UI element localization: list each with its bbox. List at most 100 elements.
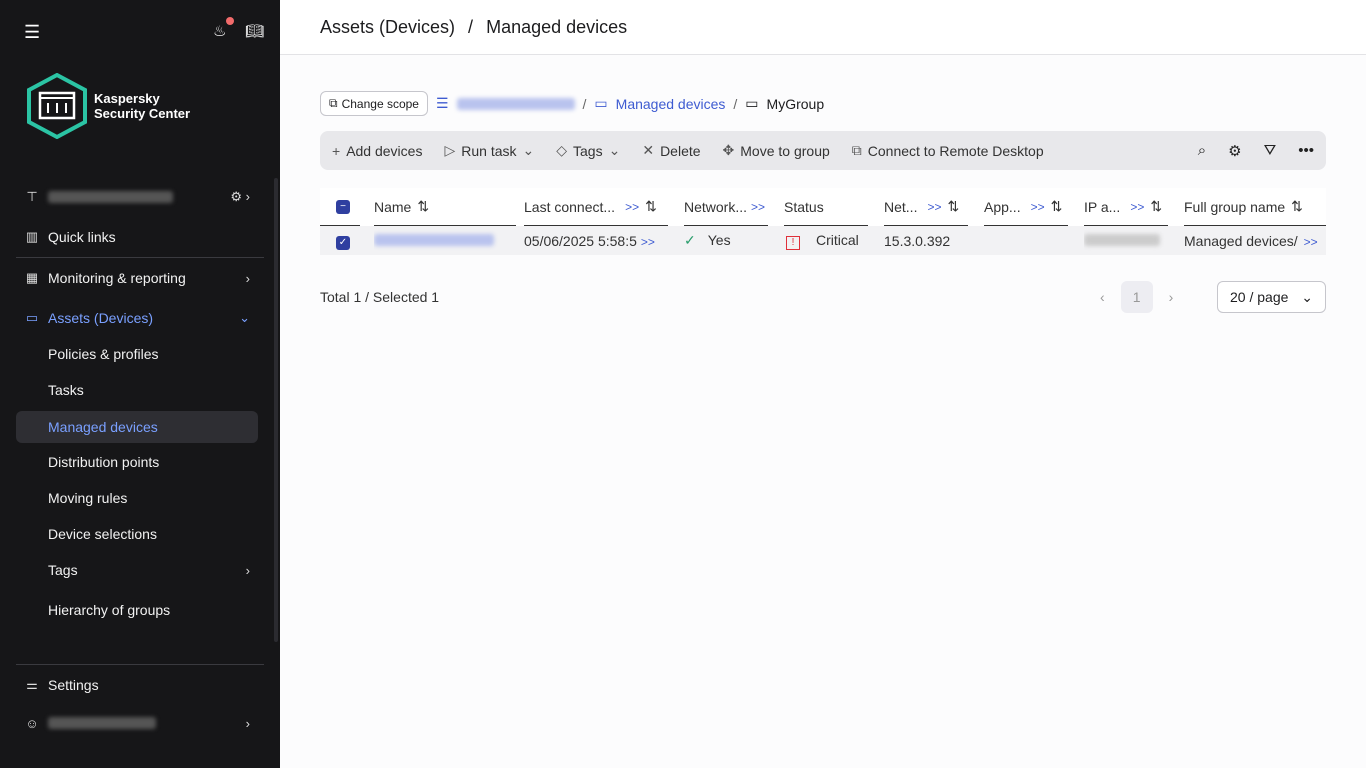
expand-column[interactable]: >>	[625, 200, 639, 214]
col-name[interactable]: Name	[374, 199, 411, 215]
chevron-down-icon: ⌄	[1301, 289, 1313, 306]
separator: /	[733, 96, 737, 112]
label: Assets (Devices)	[48, 310, 153, 326]
remote-desktop-button[interactable]: ⧉Connect to Remote Desktop	[852, 142, 1044, 159]
sidebar-item-quick-links[interactable]: ▥Quick links	[16, 221, 258, 253]
col-status[interactable]: Status	[784, 199, 824, 215]
chevron-right-icon: ›	[246, 563, 250, 578]
server-name	[48, 191, 173, 203]
col-network[interactable]: Network...	[684, 199, 747, 215]
label: Settings	[48, 677, 99, 693]
next-page-icon[interactable]: ›	[1169, 289, 1174, 305]
search-icon[interactable]: ⌕	[1198, 142, 1206, 159]
server-icon: ☰	[436, 95, 449, 112]
menu-icon[interactable]: ☰	[24, 22, 40, 43]
sort-icon[interactable]: ⇅	[1150, 198, 1162, 215]
sort-icon[interactable]: ⇅	[1051, 198, 1063, 215]
filter-icon[interactable]: ⛛	[1264, 142, 1277, 159]
sidebar-item-policies[interactable]: Policies & profiles	[16, 338, 258, 370]
col-net[interactable]: Net...	[884, 199, 917, 215]
app-name-2: Security Center	[94, 106, 190, 121]
divider	[16, 664, 264, 665]
devices-table: − Name⇅ Last connect...>>⇅ Network...>> …	[320, 188, 1326, 255]
cell-net: 15.3.0.392	[884, 233, 950, 249]
label: Monitoring & reporting	[48, 270, 186, 286]
play-icon: ▷	[444, 142, 455, 159]
expand-column[interactable]: >>	[1031, 200, 1045, 214]
sidebar-item-assets[interactable]: ▭Assets (Devices)⌄	[16, 302, 258, 334]
label: Hierarchy of groups	[48, 602, 170, 618]
label: Move to group	[740, 143, 830, 159]
run-task-button[interactable]: ▷Run task⌄	[444, 142, 534, 159]
page-size-select[interactable]: 20 / page ⌄	[1217, 281, 1326, 313]
server-link[interactable]	[457, 98, 575, 110]
current-group: MyGroup	[767, 96, 825, 112]
critical-icon: !	[786, 236, 800, 250]
expand-cell[interactable]: >>	[641, 235, 655, 249]
page-title: Managed devices	[486, 17, 627, 37]
book-icon[interactable]: 📖︎	[245, 22, 264, 40]
sidebar-scrollbar[interactable]	[274, 178, 278, 642]
user-menu[interactable]: ☺›	[16, 707, 258, 739]
header-section[interactable]: Assets (Devices)	[320, 17, 455, 37]
sidebar-item-tasks[interactable]: Tasks	[16, 374, 258, 406]
label: Policies & profiles	[48, 346, 159, 362]
more-icon[interactable]: •••	[1298, 142, 1314, 159]
label: Change scope	[342, 97, 419, 111]
tag-icon: ◇	[556, 142, 567, 159]
sort-icon[interactable]: ⇅	[645, 198, 657, 215]
sidebar-item-tags[interactable]: Tags›	[16, 554, 258, 586]
sidebar-item-settings[interactable]: ⚌Settings	[16, 669, 258, 701]
dashboard-icon: ▦	[24, 270, 40, 286]
managed-devices-link[interactable]: Managed devices	[616, 96, 726, 112]
sidebar-item-monitoring[interactable]: ▦Monitoring & reporting›	[16, 262, 258, 294]
expand-cell[interactable]: >>	[1304, 235, 1318, 249]
move-icon: ✥	[723, 142, 735, 159]
col-ip[interactable]: IP a...	[1084, 199, 1120, 215]
expand-column[interactable]: >>	[1130, 200, 1144, 214]
col-last-connected[interactable]: Last connect...	[524, 199, 615, 215]
user-name	[48, 717, 156, 729]
gear-icon[interactable]: ⚙	[1228, 142, 1241, 160]
prev-page-icon[interactable]: ‹	[1100, 289, 1105, 305]
label: Tasks	[48, 382, 84, 398]
col-app[interactable]: App...	[984, 199, 1021, 215]
server-selector[interactable]: ⊤ ⚙ ›	[16, 181, 258, 213]
breadcrumb: ⧉Change scope ☰ / ▭ Managed devices / ▭ …	[320, 91, 824, 116]
sidebar-item-device-selections[interactable]: Device selections	[16, 518, 258, 550]
chevron-down-icon: ⌄	[523, 142, 535, 159]
close-icon: ✕	[642, 142, 654, 159]
delete-button[interactable]: ✕Delete	[642, 142, 700, 159]
move-to-group-button[interactable]: ✥ Move to group	[723, 142, 830, 159]
page-1[interactable]: 1	[1121, 281, 1153, 313]
sort-icon[interactable]: ⇅	[417, 198, 429, 215]
change-scope-button[interactable]: ⧉Change scope	[320, 91, 428, 116]
cell-network: Yes	[708, 232, 731, 248]
notifications-icon[interactable]: ♨	[213, 22, 226, 40]
separator: /	[468, 17, 473, 37]
label: Moving rules	[48, 490, 127, 506]
sidebar-item-hierarchy[interactable]: Hierarchy of groups	[16, 594, 258, 626]
expand-column[interactable]: >>	[927, 200, 941, 214]
sidebar-item-managed-devices[interactable]: Managed devices	[16, 411, 258, 443]
device-name-link[interactable]	[374, 234, 494, 246]
logo-icon	[26, 73, 88, 139]
cell-group: Managed devices/	[1184, 233, 1298, 249]
sort-icon[interactable]: ⇅	[947, 198, 959, 215]
expand-column[interactable]: >>	[751, 200, 765, 214]
sidebar-item-distribution-points[interactable]: Distribution points	[16, 446, 258, 478]
table-row[interactable]: ✓ 05/06/2025 5:58:5>> ✓Yes !Critical 15.…	[320, 226, 1326, 255]
separator: /	[583, 96, 587, 112]
select-all-checkbox[interactable]: −	[336, 200, 350, 214]
sidebar-item-moving-rules[interactable]: Moving rules	[16, 482, 258, 514]
add-devices-button[interactable]: +Add devices	[332, 143, 422, 159]
label: 20 / page	[1230, 289, 1288, 305]
sort-icon[interactable]: ⇅	[1291, 198, 1303, 215]
row-checkbox[interactable]: ✓	[336, 236, 350, 250]
server-icon: ⊤	[24, 189, 40, 205]
tags-button[interactable]: ◇Tags⌄	[556, 142, 620, 159]
col-group[interactable]: Full group name	[1184, 199, 1285, 215]
chevron-down-icon: ⌄	[609, 142, 621, 159]
cell-ip	[1084, 234, 1160, 246]
notification-badge	[226, 17, 234, 25]
